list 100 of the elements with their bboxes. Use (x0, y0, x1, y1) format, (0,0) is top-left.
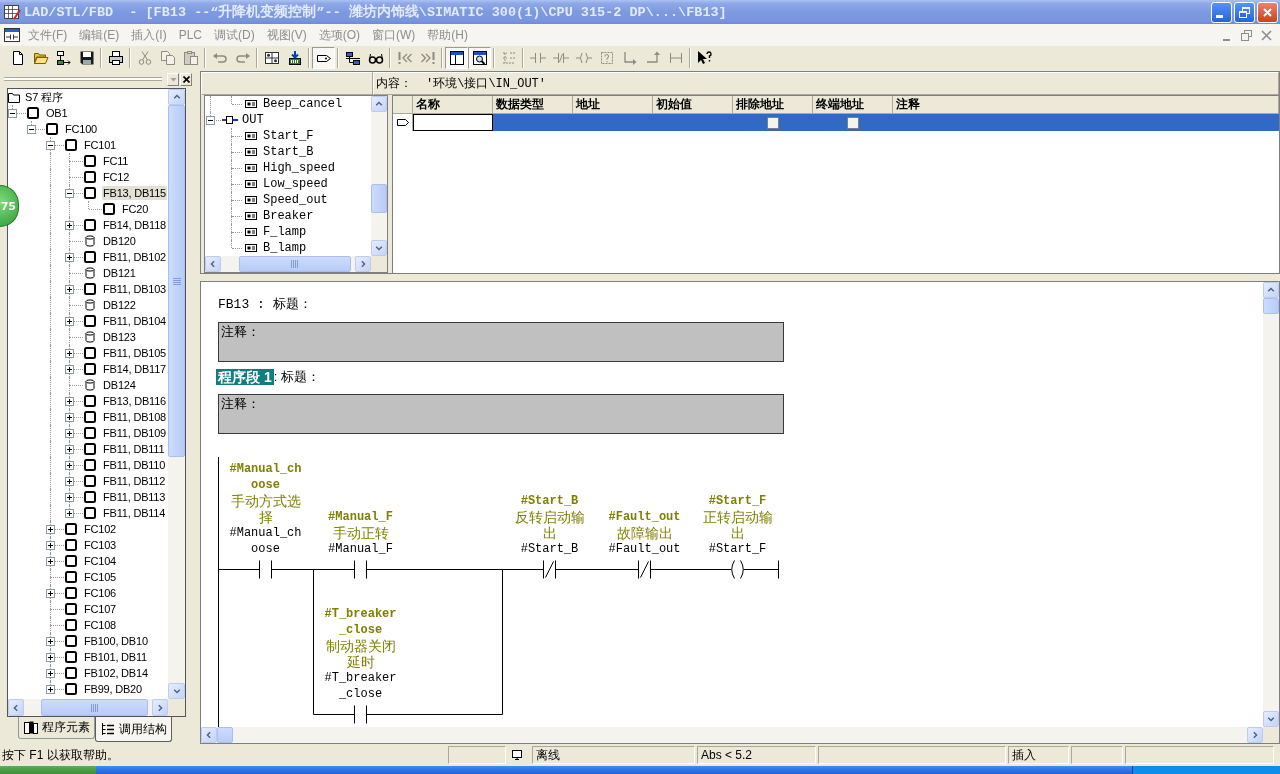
checkbox[interactable] (767, 116, 779, 129)
plus-box-icon[interactable] (46, 653, 55, 662)
close-icon[interactable] (1261, 29, 1272, 41)
scroll-right-button[interactable] (152, 699, 168, 716)
tree-item[interactable]: Breaker (262, 209, 315, 223)
tree-item[interactable]: FC12 (102, 170, 131, 184)
scroll-up-button[interactable] (371, 96, 387, 112)
plus-box-icon[interactable] (65, 477, 74, 486)
tree-item[interactable]: FC108 (83, 618, 118, 632)
vertical-scrollbar[interactable] (1263, 282, 1279, 727)
dropdown-button[interactable] (167, 72, 179, 86)
plus-box-icon[interactable] (65, 429, 74, 438)
plus-box-icon[interactable] (65, 445, 74, 454)
tree-item[interactable]: Start_B (262, 145, 315, 159)
plus-box-icon[interactable] (65, 349, 74, 358)
tree-item[interactable]: DB122 (102, 298, 137, 312)
tree-item[interactable]: FB14, DB117 (102, 362, 168, 376)
plus-box-icon[interactable] (65, 461, 74, 470)
plus-box-icon[interactable] (65, 317, 74, 326)
tree-item[interactable]: FB101, DB11 (83, 650, 149, 664)
tree-item[interactable]: FC101 (83, 138, 118, 152)
plus-box-icon[interactable] (46, 525, 55, 534)
start-button[interactable] (0, 766, 96, 774)
minus-box-icon[interactable] (65, 189, 74, 198)
tree-item[interactable]: DB120 (102, 234, 137, 248)
plus-box-icon[interactable] (65, 509, 74, 518)
horizontal-scrollbar[interactable] (201, 727, 1263, 743)
tree-item[interactable]: FC106 (83, 586, 118, 600)
plus-box-icon[interactable] (46, 637, 55, 646)
scroll-thumb[interactable] (239, 256, 351, 272)
tree-item[interactable]: OB1 (45, 106, 69, 120)
network-label[interactable]: 程序段 1 (216, 369, 274, 385)
tree-item[interactable]: FC20 (121, 202, 150, 216)
plus-box-icon[interactable] (65, 397, 74, 406)
minus-box-icon[interactable] (206, 116, 215, 125)
tree-item[interactable]: Low_speed (262, 177, 329, 191)
scroll-right-button[interactable] (1247, 727, 1263, 743)
normally-open-contact[interactable] (354, 705, 367, 724)
scroll-left-button[interactable] (201, 727, 217, 743)
normally-open-contact[interactable] (259, 560, 272, 579)
tree-item[interactable]: FB11, DB108 (102, 410, 168, 424)
tree-item[interactable]: Beep_cancel (262, 97, 344, 111)
tree-item[interactable]: FB11, DB105 (102, 346, 168, 360)
scroll-right-button[interactable] (355, 256, 371, 272)
plus-box-icon[interactable] (65, 221, 74, 230)
normally-closed-contact[interactable] (638, 560, 651, 579)
tree-item[interactable]: FB100, DB10 (83, 634, 149, 648)
minus-box-icon[interactable] (27, 125, 36, 134)
tree-item[interactable]: FB99, DB20 (83, 682, 143, 696)
panel-tab[interactable]: 程序元素 (18, 717, 95, 739)
restore-icon[interactable] (1241, 29, 1252, 41)
tree-item[interactable]: F_lamp (262, 225, 308, 239)
tree-item[interactable]: FC102 (83, 522, 118, 536)
scroll-down-button[interactable] (168, 683, 185, 699)
plus-box-icon[interactable] (65, 285, 74, 294)
tree-item[interactable]: Speed_out (262, 193, 329, 207)
minus-box-icon[interactable] (8, 109, 17, 118)
scroll-thumb[interactable] (41, 699, 148, 716)
tree-item[interactable]: FB11, DB109 (102, 426, 168, 440)
scroll-left-button[interactable] (8, 699, 24, 716)
scroll-thumb[interactable] (168, 105, 185, 457)
tree-item[interactable]: S7 程序 (24, 90, 64, 104)
plus-box-icon[interactable] (46, 685, 55, 694)
table-row[interactable] (393, 114, 1279, 131)
tree-item[interactable]: DB123 (102, 330, 137, 344)
vertical-scrollbar[interactable] (168, 89, 185, 699)
ladder-window-icon[interactable] (4, 28, 20, 42)
tree-item[interactable]: Start_F (262, 129, 315, 143)
plus-box-icon[interactable] (65, 413, 74, 422)
plus-box-icon[interactable] (65, 365, 74, 374)
plus-box-icon[interactable] (65, 253, 74, 262)
horizontal-scrollbar[interactable] (8, 699, 168, 716)
tree-item[interactable]: FB13, DB115 (102, 186, 168, 200)
scroll-down-button[interactable] (1263, 711, 1279, 727)
tree-item[interactable]: FB11, DB111 (102, 442, 166, 456)
tree-item[interactable]: DB121 (102, 266, 137, 280)
panel-tab[interactable]: 调用结构 (95, 717, 172, 742)
tree-item[interactable]: FB14, DB118 (102, 218, 168, 232)
tree-item[interactable]: FC103 (83, 538, 118, 552)
comment-field[interactable]: 注释： (218, 322, 784, 362)
plus-box-icon[interactable] (65, 493, 74, 502)
output-coil[interactable] (731, 560, 744, 579)
scroll-left-button[interactable] (205, 256, 221, 272)
tree-item[interactable]: High_speed (262, 161, 336, 175)
minus-box-icon[interactable] (46, 141, 55, 150)
tree-item[interactable]: DB124 (102, 378, 137, 392)
tree-item[interactable]: FB13, DB116 (102, 394, 168, 408)
tree-item[interactable]: FC11 (102, 154, 130, 168)
normally-closed-contact[interactable] (543, 560, 556, 579)
tree-item[interactable]: B_lamp (262, 241, 308, 255)
close-button[interactable] (180, 72, 192, 86)
panel-grip[interactable] (4, 77, 162, 81)
scroll-up-button[interactable] (168, 89, 185, 105)
scroll-thumb[interactable] (217, 727, 233, 743)
plus-box-icon[interactable] (46, 541, 55, 550)
tree-item[interactable]: FC104 (83, 554, 118, 568)
tree-item[interactable]: FB11, DB113 (102, 490, 167, 504)
tree-item[interactable]: FB11, DB103 (102, 282, 168, 296)
tree-item[interactable]: FC107 (83, 602, 118, 616)
scroll-down-button[interactable] (371, 240, 387, 256)
